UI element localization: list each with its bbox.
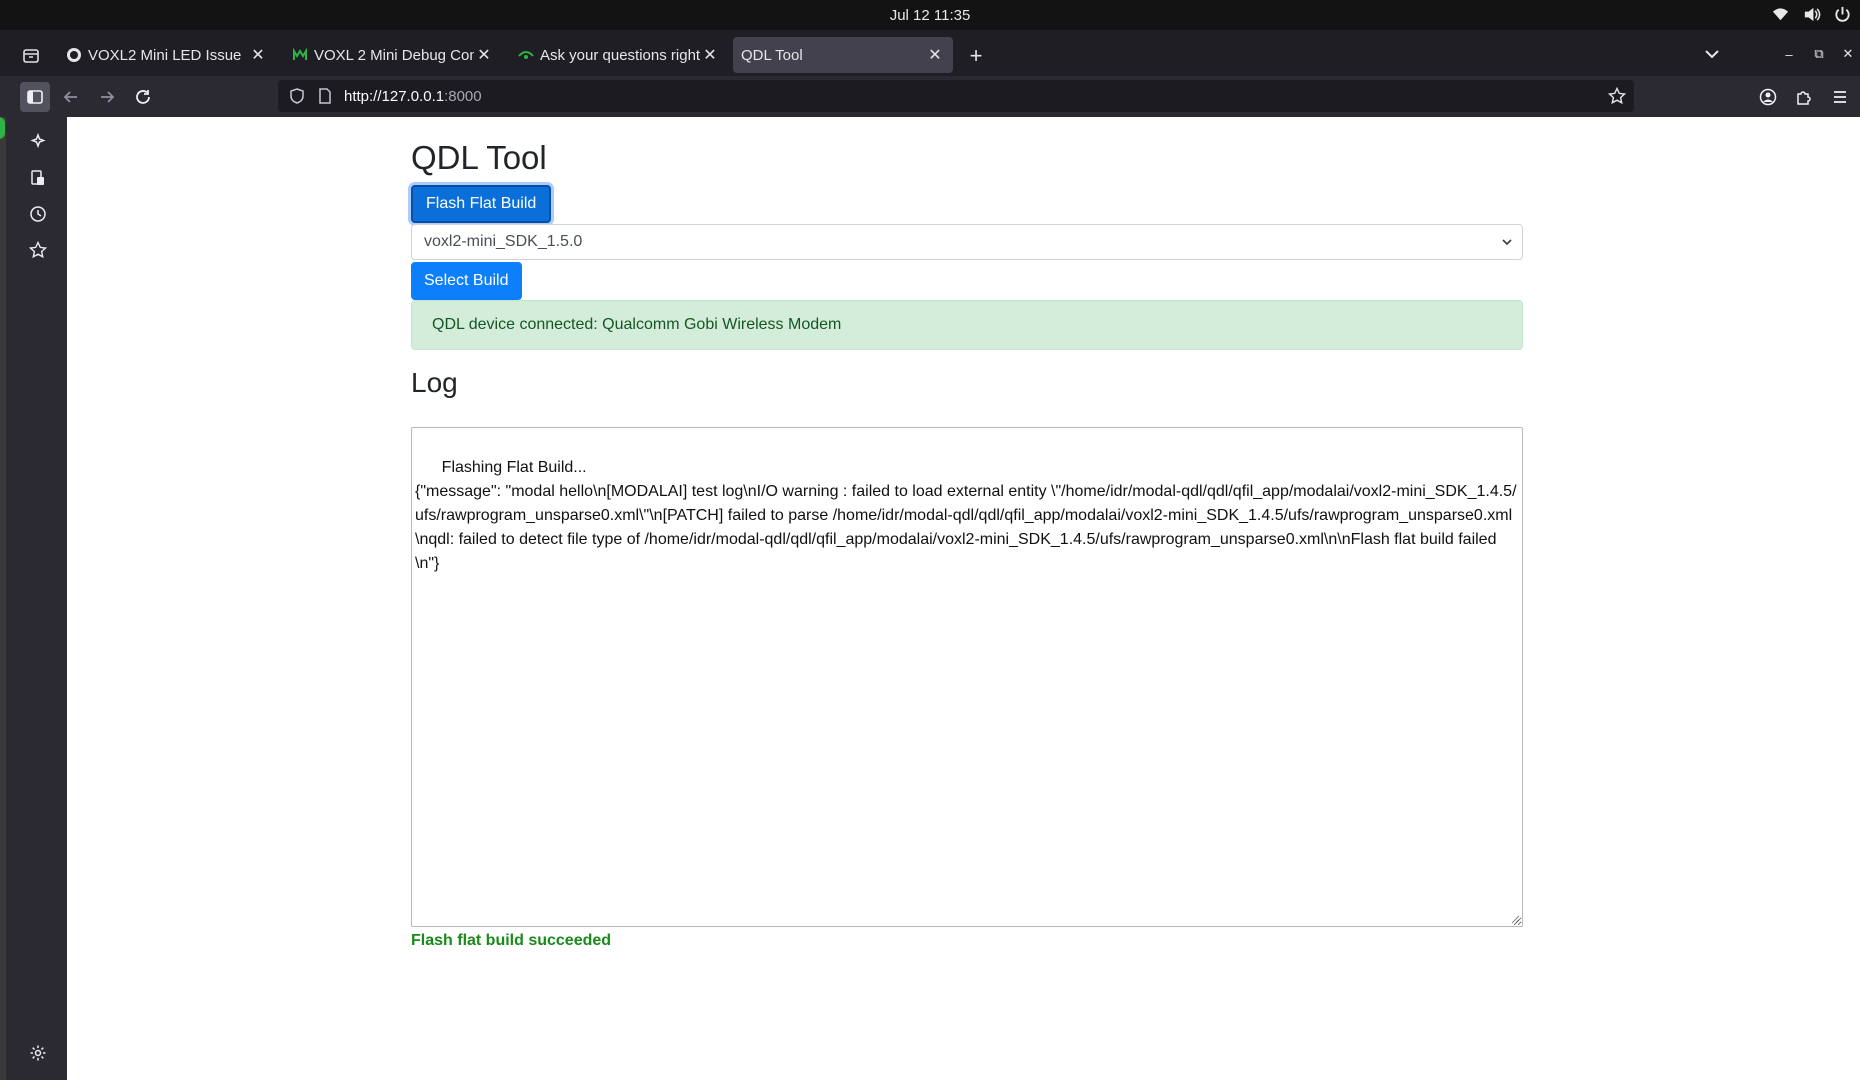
synced-tabs-icon[interactable] xyxy=(28,168,48,188)
system-clock[interactable]: Jul 12 11:35 xyxy=(0,7,1860,24)
power-icon[interactable] xyxy=(1833,5,1852,24)
chevron-down-icon xyxy=(1500,235,1514,249)
bookmark-star-icon[interactable] xyxy=(1607,86,1627,105)
browser-chrome: VOXL2 Mini LED Issue ✕ VOXL 2 Mini Debug… xyxy=(0,30,1860,117)
tab-ask-your-questions[interactable]: Ask your questions right here ✕ xyxy=(510,37,728,73)
log-textarea[interactable]: Flashing Flat Build... {"message": "moda… xyxy=(411,427,1523,927)
chat-icon xyxy=(518,47,534,63)
url-host: http://127.0.0.1 xyxy=(344,87,445,105)
hamburger-menu-icon[interactable] xyxy=(1825,82,1855,112)
url-bar[interactable]: http://127.0.0.1:8000 xyxy=(278,80,1634,112)
tab-title: QDL Tool xyxy=(741,46,803,64)
flash-status-message: Flash flat build succeeded xyxy=(411,932,612,949)
log-heading: Log xyxy=(411,367,458,398)
select-build-button[interactable]: Select Build xyxy=(411,262,522,300)
url-text[interactable]: http://127.0.0.1:8000 xyxy=(344,88,482,105)
settings-gear-icon[interactable] xyxy=(28,1043,48,1063)
reload-icon[interactable] xyxy=(128,82,158,112)
system-tray[interactable] xyxy=(1771,5,1852,24)
tab-qdl-tool[interactable]: QDL Tool ✕ xyxy=(733,37,953,73)
restore-icon[interactable]: ⧉ xyxy=(1809,44,1829,64)
firefox-view-icon[interactable] xyxy=(17,42,45,70)
wifi-icon[interactable] xyxy=(1771,5,1790,24)
close-icon[interactable]: ✕ xyxy=(474,45,494,65)
sidebar-toggle-icon[interactable] xyxy=(20,82,50,112)
forward-arrow-icon[interactable] xyxy=(92,82,122,112)
build-select[interactable]: voxl2-mini_SDK_1.5.0 xyxy=(411,224,1523,260)
modalai-icon xyxy=(292,47,308,63)
github-icon xyxy=(66,47,82,63)
account-icon[interactable] xyxy=(1753,82,1783,112)
extensions-icon[interactable] xyxy=(1789,82,1819,112)
window-close-icon[interactable]: ✕ xyxy=(1838,44,1858,64)
shield-icon[interactable] xyxy=(288,87,306,105)
build-select-value: voxl2-mini_SDK_1.5.0 xyxy=(424,233,583,250)
navigation-toolbar: http://127.0.0.1:8000 xyxy=(0,76,1860,117)
dock-edge xyxy=(0,117,6,1080)
log-content: Flashing Flat Build... {"message": "moda… xyxy=(415,459,1517,572)
resize-grip-icon[interactable] xyxy=(1510,914,1520,924)
tab-voxl2-mini-debug-console[interactable]: VOXL 2 Mini Debug Console ✕ xyxy=(284,37,502,73)
bookmarks-star-icon[interactable] xyxy=(28,240,48,260)
close-icon[interactable]: ✕ xyxy=(248,45,268,65)
url-port: :8000 xyxy=(444,87,482,105)
tab-voxl2-mini-led-issue[interactable]: VOXL2 Mini LED Issue ✕ xyxy=(58,37,276,73)
tab-title: VOXL2 Mini LED Issue xyxy=(88,46,242,64)
volume-icon[interactable] xyxy=(1802,5,1821,24)
back-arrow-icon[interactable] xyxy=(56,82,86,112)
system-top-bar: Jul 12 11:35 xyxy=(0,0,1860,30)
dock-indicator xyxy=(0,117,5,139)
history-clock-icon[interactable] xyxy=(28,204,48,224)
tab-strip: VOXL2 Mini LED Issue ✕ VOXL 2 Mini Debug… xyxy=(0,30,1860,76)
close-icon[interactable]: ✕ xyxy=(925,45,945,65)
new-tab-icon[interactable]: + xyxy=(964,43,988,68)
page-content: QDL Tool Flash Flat Build voxl2-mini_SDK… xyxy=(67,117,1860,1080)
ai-chat-icon[interactable] xyxy=(28,132,48,152)
chevron-down-icon[interactable] xyxy=(1702,44,1724,66)
tab-title: VOXL 2 Mini Debug Console xyxy=(314,46,474,64)
flash-flat-build-button[interactable]: Flash Flat Build xyxy=(411,185,552,223)
browser-sidebar xyxy=(0,117,67,1080)
minimize-icon[interactable]: – xyxy=(1779,44,1799,64)
page-info-icon[interactable] xyxy=(316,87,334,105)
page-title: QDL Tool xyxy=(411,139,547,176)
close-icon[interactable]: ✕ xyxy=(700,45,720,65)
tab-title: Ask your questions right here xyxy=(540,46,700,64)
device-status-alert: QDL device connected: Qualcomm Gobi Wire… xyxy=(411,300,1523,350)
